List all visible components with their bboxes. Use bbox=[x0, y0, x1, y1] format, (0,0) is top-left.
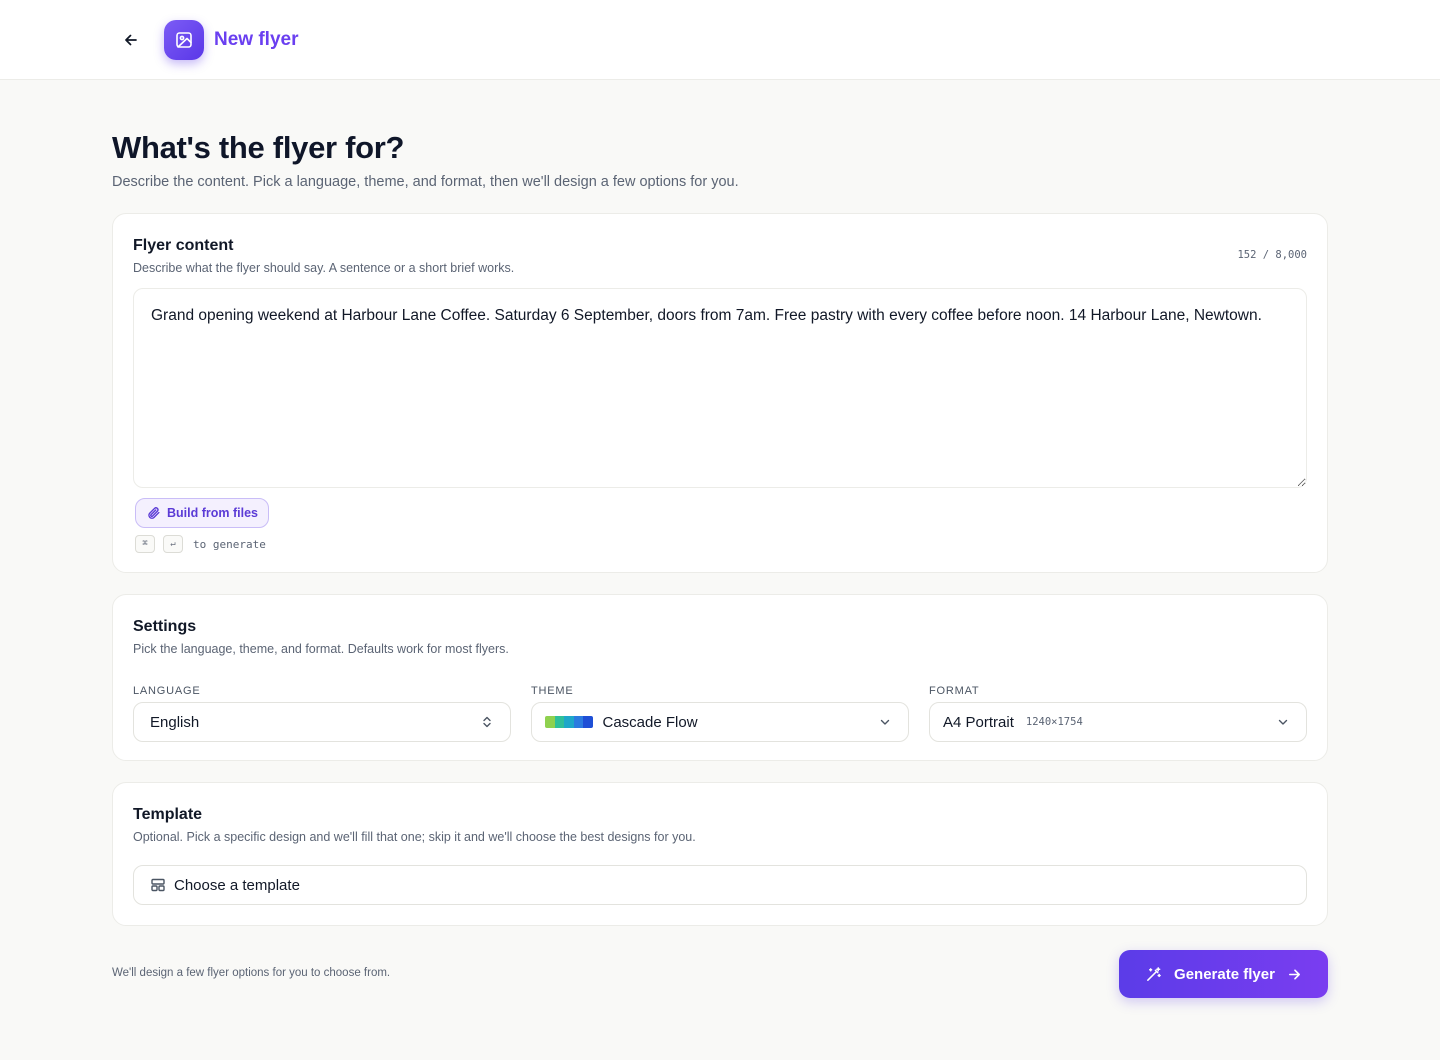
back-button[interactable] bbox=[118, 27, 144, 53]
shortcut-text: to generate bbox=[193, 537, 266, 551]
paperclip-icon bbox=[148, 507, 160, 519]
swatch-color-1 bbox=[545, 716, 555, 728]
settings-description: Pick the language, theme, and format. De… bbox=[133, 642, 509, 656]
language-value: English bbox=[150, 713, 200, 731]
flyer-content-textarea[interactable] bbox=[133, 288, 1307, 488]
theme-value: Cascade Flow bbox=[602, 713, 698, 731]
generate-flyer-button[interactable]: Generate flyer bbox=[1119, 950, 1328, 998]
language-select[interactable]: English bbox=[133, 702, 511, 742]
swatch-color-5 bbox=[583, 716, 593, 728]
choose-template-button[interactable]: Choose a template bbox=[133, 865, 1307, 905]
layout-template-icon bbox=[151, 878, 165, 892]
command-key: ⌘ bbox=[135, 535, 155, 553]
footer-note: We'll design a few flyer options for you… bbox=[112, 967, 391, 979]
top-bar: New flyer bbox=[0, 0, 1440, 80]
image-icon bbox=[176, 32, 192, 48]
arrow-left-icon bbox=[125, 34, 137, 46]
app-title: New flyer bbox=[214, 29, 299, 50]
flyer-content-description: Describe what the flyer should say. A se… bbox=[133, 261, 515, 275]
flyer-content-card: Flyer content Describe what the flyer sh… bbox=[112, 213, 1328, 573]
arrow-right-icon bbox=[1288, 968, 1300, 980]
flyer-content-title: Flyer content bbox=[133, 237, 234, 254]
settings-card: Settings Pick the language, theme, and f… bbox=[112, 594, 1328, 761]
swatch-color-2 bbox=[554, 716, 564, 728]
theme-swatch bbox=[545, 716, 593, 728]
chevron-down-icon bbox=[1278, 719, 1288, 725]
swatch-color-4 bbox=[573, 716, 583, 728]
template-title: Template bbox=[133, 806, 203, 823]
build-from-files-label: Build from files bbox=[167, 506, 258, 520]
character-counter: 152 / 8,000 bbox=[1237, 249, 1307, 261]
choose-template-label: Choose a template bbox=[174, 876, 300, 894]
page-title: What's the flyer for? bbox=[112, 130, 405, 165]
page-subtitle: Describe the content. Pick a language, t… bbox=[112, 174, 739, 190]
format-value: A4 Portrait bbox=[943, 713, 1014, 731]
generate-flyer-label: Generate flyer bbox=[1174, 965, 1275, 983]
chevron-down-icon bbox=[880, 719, 890, 725]
template-card: Template Optional. Pick a specific desig… bbox=[112, 782, 1328, 926]
format-select[interactable]: A4 Portrait 1240×1754 bbox=[929, 702, 1307, 742]
enter-key: ↵ bbox=[163, 535, 183, 553]
build-from-files-button[interactable]: Build from files bbox=[135, 498, 269, 528]
language-label: LANGUAGE bbox=[133, 685, 201, 697]
magic-wand-icon bbox=[1147, 966, 1161, 981]
theme-select[interactable]: Cascade Flow bbox=[531, 702, 909, 742]
theme-label: THEME bbox=[531, 685, 574, 697]
swatch-color-3 bbox=[564, 716, 574, 728]
keyboard-shortcut-hint: ⌘ ↵ to generate bbox=[135, 535, 266, 553]
format-dimensions: 1240×1754 bbox=[1025, 716, 1083, 728]
chevron-up-down-icon bbox=[483, 716, 491, 728]
app-logo bbox=[164, 20, 204, 60]
format-label: FORMAT bbox=[929, 685, 980, 697]
settings-title: Settings bbox=[133, 618, 197, 635]
template-description: Optional. Pick a specific design and we'… bbox=[133, 830, 696, 844]
